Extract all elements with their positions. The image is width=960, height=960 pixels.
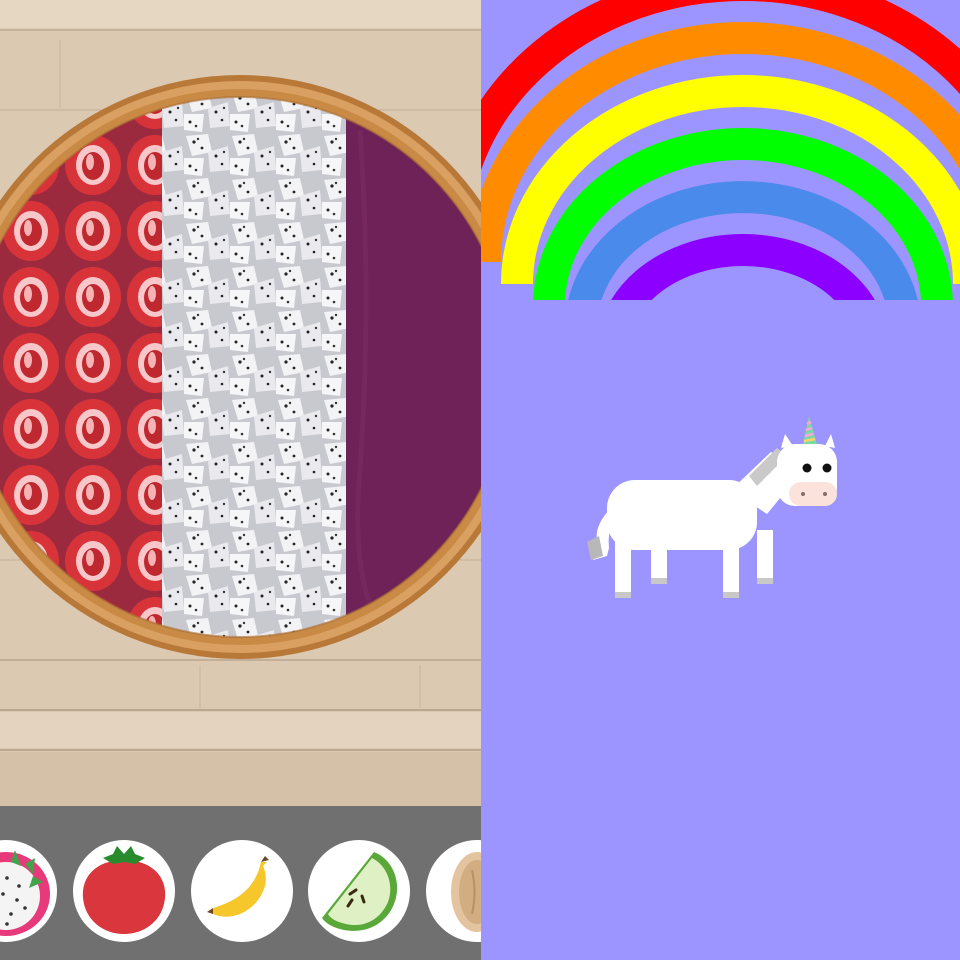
strawberry-icon <box>82 846 166 934</box>
almond-button[interactable] <box>426 840 481 942</box>
apple-button[interactable] <box>308 840 410 942</box>
dragon-fruit-layer <box>162 97 348 637</box>
unicorn-scene-panel <box>481 0 960 960</box>
dragon-fruit-icon <box>0 850 50 936</box>
rainbow <box>481 0 960 300</box>
dragon-fruit-button[interactable] <box>0 840 57 942</box>
bowl-builder-panel <box>0 0 481 960</box>
strawberry-button[interactable] <box>73 840 175 942</box>
unicorn[interactable] <box>581 410 841 610</box>
topping-selector-bar <box>0 806 481 960</box>
almond-icon <box>451 852 481 932</box>
apple-slice-icon <box>322 852 398 931</box>
smoothie-bowl[interactable] <box>0 0 481 806</box>
banana-button[interactable] <box>191 840 293 942</box>
banana-icon <box>207 856 269 917</box>
